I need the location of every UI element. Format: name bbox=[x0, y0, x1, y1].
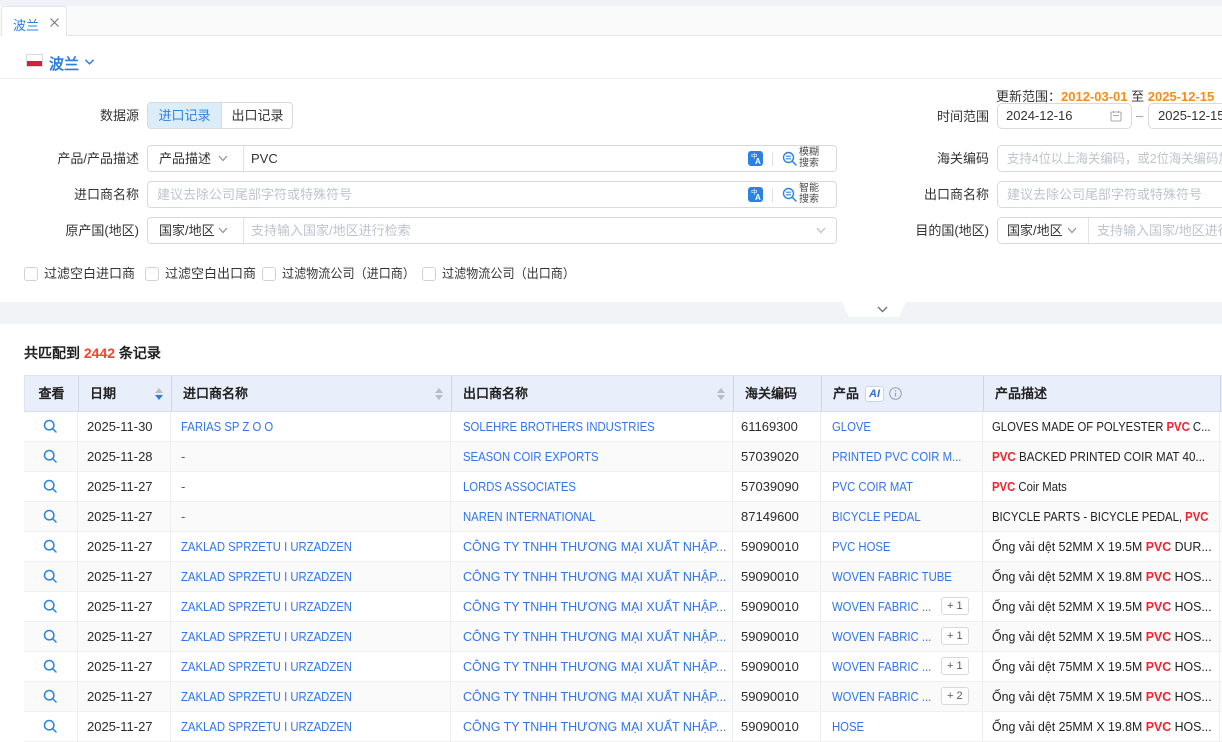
svg-text:A: A bbox=[755, 193, 761, 202]
svg-text:A: A bbox=[755, 157, 761, 166]
